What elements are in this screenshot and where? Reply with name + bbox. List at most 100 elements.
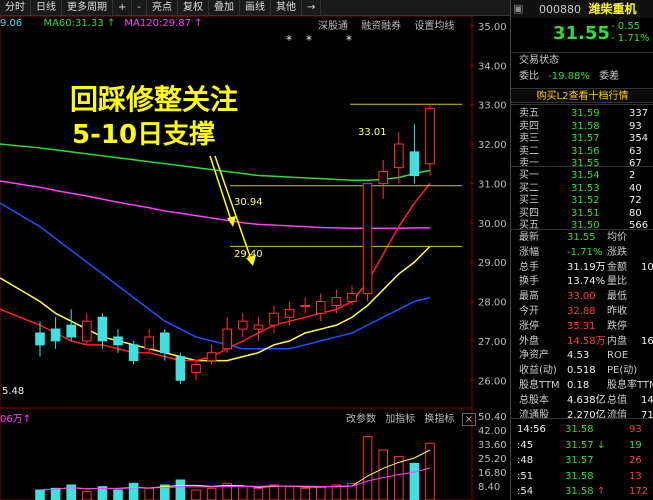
link-edit-params[interactable]: 改参数: [346, 414, 376, 425]
volume-bar: [238, 486, 248, 500]
volume-bar: [144, 487, 154, 500]
candle-body: [113, 336, 123, 346]
stat-label-2: 量比: [607, 276, 627, 288]
volume-axis-label: 16.80: [478, 468, 507, 479]
chart-links: 深股通 融资融券 设置均线: [318, 17, 464, 32]
stat-row: 涨停 35.31 跌停: [511, 319, 653, 334]
toolbar-item[interactable]: 分时: [0, 0, 31, 16]
candle-body: [222, 328, 232, 350]
stat-row: 净资产 4.53 ROE: [511, 348, 653, 363]
stat-row: 最高 33.00 最低: [511, 289, 653, 304]
stat-row: 换手 13.74% 量比: [511, 274, 653, 289]
tick-price: 31.58: [565, 470, 594, 482]
tick-volume: 26: [629, 455, 642, 466]
current-price: 31.55: [553, 23, 610, 44]
weibi-label: 委比: [519, 71, 539, 82]
candle-body: [347, 293, 357, 302]
volume-value: 06万: [0, 414, 23, 425]
volume-bar: [378, 449, 388, 500]
stat-value-2: 14: [641, 394, 653, 406]
price-panel-frame: [0, 16, 473, 409]
stat-label: 总手: [519, 261, 539, 273]
price-axis-label: 26.00: [478, 376, 507, 387]
toolbar-item[interactable]: 更多周期: [62, 0, 113, 16]
tick-direction-icon: ↓: [597, 439, 606, 451]
volume-bar: [316, 486, 326, 500]
tick-time: 14:56: [517, 424, 546, 435]
stat-label: 换手: [519, 276, 539, 288]
link-set-ma[interactable]: 设置均线: [414, 21, 454, 32]
volume-axis-label: 42.00: [478, 426, 507, 437]
stat-label: 股息TTM: [519, 380, 560, 391]
tick-time: :48: [517, 455, 534, 466]
tick-volume: 172: [629, 486, 649, 497]
stat-value: 31.55: [567, 232, 596, 243]
stat-value: 33.00: [567, 291, 596, 303]
volume-label: 06万↑: [0, 410, 31, 425]
volume-bar: [362, 436, 373, 500]
tick-price: 31.57: [565, 439, 594, 451]
price-axis-label: 29.00: [478, 258, 507, 269]
toolbar-item[interactable]: +: [113, 0, 133, 16]
link-change-indicator[interactable]: 换指标: [424, 414, 454, 425]
stat-label-2: 流值: [607, 409, 627, 421]
stat-row: 最新 31.55 均价: [511, 230, 653, 245]
candle-body: [191, 364, 201, 373]
stat-label: 收益(动): [519, 365, 557, 377]
link-add-indicator[interactable]: 加指标: [385, 414, 415, 425]
divider: [511, 418, 653, 419]
stock-code: 000880: [539, 3, 581, 16]
toolbar-item[interactable]: 叠加: [209, 0, 240, 16]
stat-row: 总手 31.19万 金额 10: [511, 260, 653, 275]
trade-status-label: 交易状态: [519, 55, 559, 66]
toolbar-item[interactable]: 亮点: [147, 0, 178, 16]
candle-body: [300, 304, 310, 307]
level-support2-label: 29.40: [234, 249, 263, 260]
toolbar-item[interactable]: 其他: [271, 0, 302, 16]
toolbar-item[interactable]: →: [302, 0, 322, 16]
candle-body: [82, 320, 92, 342]
price-axis-label: 33.00: [478, 101, 507, 112]
toolbar-item[interactable]: 日线: [31, 0, 62, 16]
stat-label-2: 金额: [607, 261, 627, 273]
tick-price: 31.58: [565, 424, 594, 435]
candle-body: [50, 328, 61, 342]
stat-value: 32.88: [567, 306, 596, 317]
candle-body: [206, 352, 217, 362]
candle-body: [284, 308, 295, 318]
buy-l2-link[interactable]: 购买L2查看十档行情: [511, 88, 653, 103]
candle-body: [160, 332, 170, 354]
volume-bar: [175, 479, 186, 500]
menu-icon[interactable]: ▣: [513, 0, 523, 18]
toolbar-item[interactable]: 画线: [240, 0, 271, 16]
close-icon[interactable]: ×: [461, 413, 476, 426]
link-shengutong[interactable]: 深股通: [318, 21, 348, 32]
stat-label-2: 均价: [607, 232, 627, 243]
star-marker: *: [346, 33, 352, 47]
tick-row: :48 31.57 26: [511, 453, 653, 468]
volume-bar: [50, 487, 61, 500]
ma60-up-arrow-icon: ↑: [106, 18, 116, 29]
toolbar-item[interactable]: 复权: [178, 0, 209, 16]
ma120-label: MA120:29.87: [124, 18, 191, 29]
link-margin-trading[interactable]: 融资融券: [361, 21, 401, 32]
price-axis-label: 28.00: [478, 298, 507, 309]
volume-bar: [206, 487, 217, 500]
stat-value: 31.19万: [567, 261, 606, 273]
candle-body: [269, 312, 279, 326]
toolbar-item[interactable]: -: [132, 0, 147, 16]
volume-bar: [191, 489, 201, 500]
ma-partial-label: 9.06: [0, 18, 23, 29]
volume-axis-label: 50.40: [478, 412, 507, 423]
price-change-pct: - 1.71%: [611, 33, 650, 44]
stat-value-2: 10: [641, 261, 653, 273]
stat-value: 0.18: [567, 380, 590, 391]
candle-body: [362, 182, 373, 295]
stat-label-2: 跌停: [607, 320, 627, 332]
stat-value: 14.58万: [567, 335, 606, 347]
tick-volume: 93: [629, 424, 642, 435]
weibi-value: -19.88%: [548, 71, 590, 82]
tick-price: 31.57: [565, 455, 594, 466]
ma120-up-arrow-icon: ↑: [194, 18, 203, 29]
ma60-label: MA60:31.33: [43, 18, 104, 29]
